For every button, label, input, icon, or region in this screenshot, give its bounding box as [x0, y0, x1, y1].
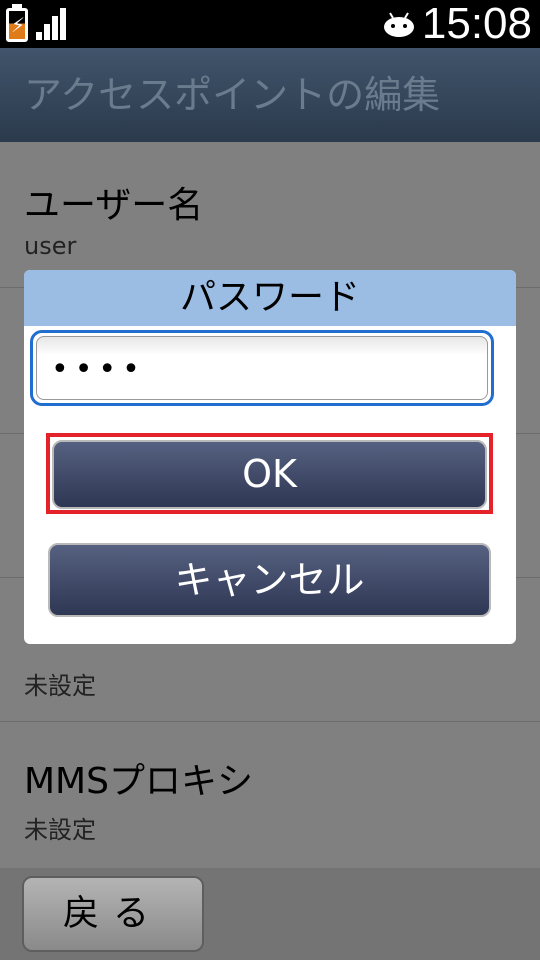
- list-item-value: 未設定: [24, 816, 96, 844]
- bottom-bar: 戻る: [0, 868, 540, 960]
- back-button[interactable]: 戻る: [22, 876, 204, 952]
- battery-charging-icon: ⚡: [6, 8, 28, 42]
- lightning-icon: ⚡: [11, 13, 26, 37]
- status-bar: ⚡ 15:08: [0, 0, 540, 48]
- clock: 15:08: [421, 0, 532, 48]
- password-dialog: パスワード •••• OK キャンセル: [24, 270, 516, 644]
- dialog-title-bar: パスワード: [24, 270, 516, 326]
- password-value: ••••: [51, 352, 146, 387]
- list-item-mms-proxy[interactable]: MMSプロキシ 未設定: [0, 722, 540, 868]
- list-item-value: user: [24, 232, 77, 260]
- password-input[interactable]: ••••: [30, 330, 494, 406]
- list-item-label: ユーザー名: [24, 185, 204, 226]
- signal-icon: [36, 8, 66, 40]
- cancel-button[interactable]: キャンセル: [48, 543, 491, 617]
- ok-button[interactable]: OK: [52, 440, 487, 509]
- list-item-value: 未設定: [24, 672, 96, 700]
- app-header: アクセスポイントの編集: [0, 48, 540, 142]
- list-item-username[interactable]: ユーザー名 user: [0, 142, 540, 288]
- page-title: アクセスポイントの編集: [24, 73, 441, 117]
- password-input-inner: ••••: [36, 336, 488, 400]
- dialog-title: パスワード: [179, 277, 360, 318]
- android-icon: [384, 12, 414, 37]
- list-item-label: MMSプロキシ: [24, 761, 253, 802]
